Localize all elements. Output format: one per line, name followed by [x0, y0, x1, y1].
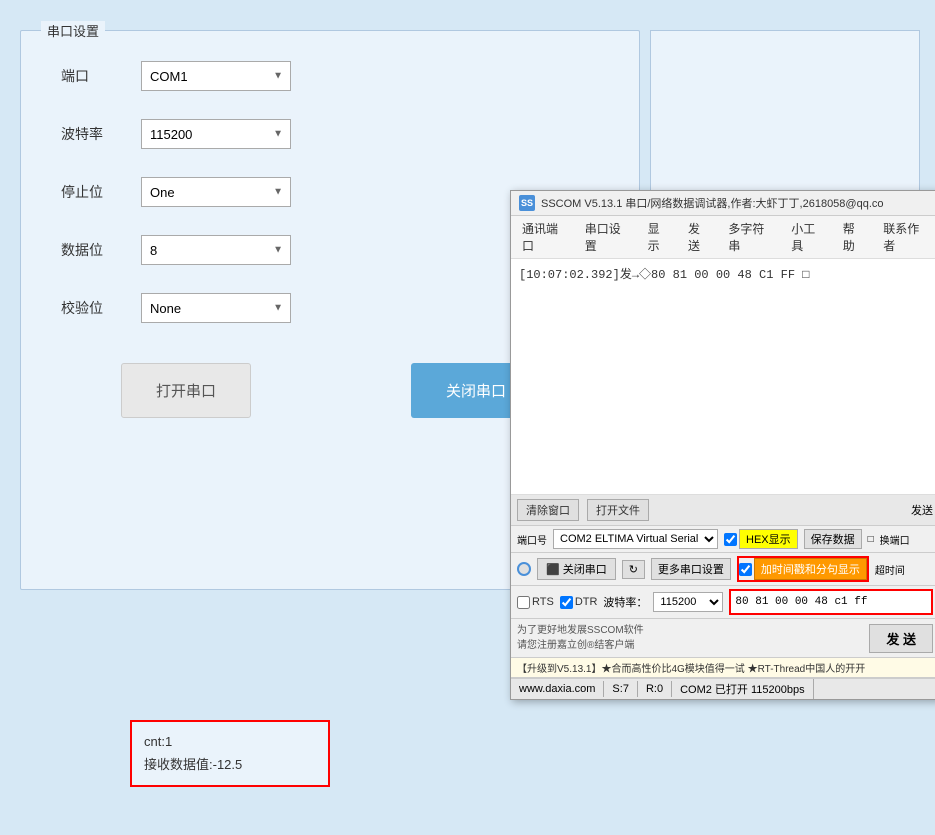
- sscom-bottom: 清除窗口 打开文件 发送 端口号 COM2 ELTIMA Virtual Ser…: [511, 495, 935, 699]
- port-label-sscom: 端口号: [517, 532, 547, 547]
- send-input-highlight: [729, 589, 933, 615]
- port-select[interactable]: COM1 COM2 COM3: [141, 61, 291, 91]
- panel-title: 串口设置: [41, 21, 105, 40]
- sscom-statusbar: www.daxia.com S:7 R:0 COM2 已打开 115200bps: [511, 678, 935, 699]
- open-port-button[interactable]: 打开串口: [121, 363, 251, 418]
- cnt-line1: cnt:1: [144, 730, 316, 753]
- parity-label: 校验位: [61, 298, 141, 318]
- baud-row: 波特率 115200 9600 57600: [61, 119, 599, 149]
- databit-select-wrapper[interactable]: 8 7 6 5: [141, 235, 291, 265]
- menu-serial-settings[interactable]: 串口设置: [582, 219, 633, 255]
- sscom-window: SS SSCOM V5.13.1 串口/网络数据调试器,作者:大虾丁丁,2618…: [510, 190, 935, 700]
- hex-display-button[interactable]: HEX显示: [739, 529, 798, 549]
- promote-text: 为了更好地发展SSCOM软件 请您注册嘉立创®结客户端: [517, 623, 863, 653]
- clear-window-button[interactable]: 清除窗口: [517, 499, 579, 521]
- status-r: R:0: [638, 681, 672, 697]
- sscom-recv-area: [10:07:02.392]发→◇80 81 00 00 48 C1 FF □: [511, 259, 935, 495]
- rts-text: RTS: [532, 596, 554, 608]
- port-row: 端口 COM1 COM2 COM3: [61, 61, 599, 91]
- menu-help[interactable]: 帮助: [840, 219, 868, 255]
- radio-icon: [517, 562, 531, 576]
- cnt-line2: 接收数据值:-12.5: [144, 753, 316, 776]
- send-button[interactable]: 发 送: [869, 624, 933, 653]
- menu-display[interactable]: 显示: [645, 219, 673, 255]
- save-data-button[interactable]: 保存数据: [804, 529, 862, 549]
- switch-icon: □: [868, 534, 874, 545]
- timestamp-highlight: 加时间戳和分句显示: [737, 556, 869, 582]
- databit-label: 数据位: [61, 240, 141, 260]
- sscom-title: SSCOM V5.13.1 串口/网络数据调试器,作者:大虾丁丁,2618058…: [541, 195, 884, 211]
- sscom-send-row: 为了更好地发展SSCOM软件 请您注册嘉立创®结客户端 发 送: [511, 619, 935, 658]
- timestamp-checkbox-label[interactable]: 加时间戳和分句显示: [739, 558, 867, 580]
- sscom-icon: SS: [519, 195, 535, 211]
- status-website: www.daxia.com: [511, 681, 604, 697]
- parity-select-wrapper[interactable]: None Even Odd: [141, 293, 291, 323]
- sscom-toolbar: 清除窗口 打开文件 发送: [511, 495, 935, 526]
- sscom-close-row: ⬛ 关闭串口 ↻ 更多串口设置 加时间戳和分句显示 超时间: [511, 553, 935, 586]
- rts-label[interactable]: RTS: [517, 596, 554, 609]
- menu-comm-port[interactable]: 通讯端口: [519, 219, 570, 255]
- dtr-label[interactable]: DTR: [560, 596, 598, 609]
- status-s: S:7: [604, 681, 638, 697]
- super-time-label: 超时间: [875, 562, 905, 577]
- port-select-wrapper[interactable]: COM1 COM2 COM3: [141, 61, 291, 91]
- sscom-ad-bar: 【升级到V5.13.1】★合而高性价比4G模块值得一试 ★RT-Thread中国…: [511, 658, 935, 678]
- recv-text: [10:07:02.392]发→◇80 81 00 00 48 C1 FF □: [519, 265, 931, 282]
- dtr-checkbox[interactable]: [560, 596, 573, 609]
- port-label: 端口: [61, 66, 141, 86]
- menu-send[interactable]: 发送: [685, 219, 713, 255]
- close-port-label: 关闭串口: [563, 561, 607, 577]
- baud-select[interactable]: 115200 9600 57600: [141, 119, 291, 149]
- menu-multi-string[interactable]: 多字符串: [725, 219, 776, 255]
- dtr-text: DTR: [575, 596, 598, 608]
- baud-select-sscom[interactable]: 115200: [653, 592, 723, 612]
- databit-select[interactable]: 8 7 6 5: [141, 235, 291, 265]
- more-port-button[interactable]: 更多串口设置: [651, 558, 731, 580]
- baud-label-sscom: 波特率：: [603, 594, 647, 610]
- open-file-button[interactable]: 打开文件: [587, 499, 649, 521]
- close-port-icon: ⬛: [546, 563, 560, 576]
- menu-tools[interactable]: 小工具: [788, 219, 828, 255]
- baud-label: 波特率: [61, 124, 141, 144]
- rts-checkbox[interactable]: [517, 596, 530, 609]
- hex-display-checkbox-label[interactable]: HEX显示: [724, 529, 798, 549]
- sscom-rts-row: RTS DTR 波特率： 115200: [511, 586, 935, 619]
- status-com: COM2 已打开 115200bps: [672, 679, 814, 699]
- stopbit-select-wrapper[interactable]: One Two OnePointFive: [141, 177, 291, 207]
- menu-contact[interactable]: 联系作者: [880, 219, 931, 255]
- sscom-com-row: 端口号 COM2 ELTIMA Virtual Serial HEX显示 保存数…: [511, 526, 935, 553]
- parity-select[interactable]: None Even Odd: [141, 293, 291, 323]
- sscom-menubar: 通讯端口 串口设置 显示 发送 多字符串 小工具 帮助 联系作者: [511, 216, 935, 259]
- sscom-close-port-button[interactable]: ⬛ 关闭串口: [537, 558, 616, 580]
- refresh-button[interactable]: ↻: [622, 560, 645, 579]
- stopbit-label: 停止位: [61, 182, 141, 202]
- ad-text: 【升级到V5.13.1】★合而高性价比4G模块值得一试 ★RT-Thread中国…: [517, 664, 865, 675]
- send-label: 发送: [911, 502, 933, 518]
- sscom-com-select[interactable]: COM2 ELTIMA Virtual Serial: [553, 529, 718, 549]
- send-input[interactable]: [731, 591, 931, 613]
- timestamp-button[interactable]: 加时间戳和分句显示: [754, 558, 867, 580]
- timestamp-checkbox[interactable]: [739, 563, 752, 576]
- baud-select-wrapper[interactable]: 115200 9600 57600: [141, 119, 291, 149]
- hex-display-checkbox[interactable]: [724, 533, 737, 546]
- stopbit-select[interactable]: One Two OnePointFive: [141, 177, 291, 207]
- cnt-box: cnt:1 接收数据值:-12.5: [130, 720, 330, 787]
- switch-port-label: 换端口: [880, 532, 910, 547]
- sscom-titlebar: SS SSCOM V5.13.1 串口/网络数据调试器,作者:大虾丁丁,2618…: [511, 191, 935, 216]
